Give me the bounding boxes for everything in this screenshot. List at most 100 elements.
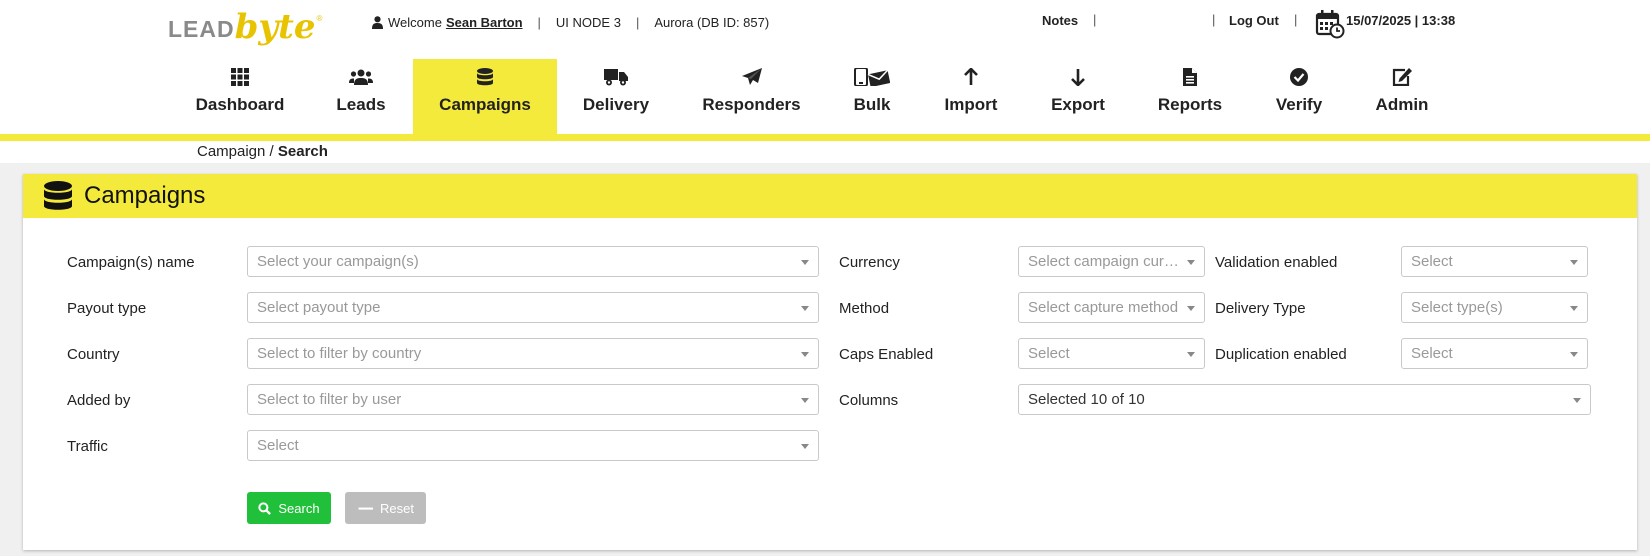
payout-type-select[interactable]: Select payout type: [247, 292, 819, 323]
truck-icon: [604, 69, 628, 86]
traffic-label: Traffic: [67, 438, 108, 455]
logout-link[interactable]: Log Out: [1229, 13, 1279, 28]
reset-button-label: Reset: [380, 500, 414, 516]
nav-item-verify[interactable]: Verify: [1264, 59, 1334, 135]
nav-item-campaigns[interactable]: Campaigns: [413, 59, 557, 135]
nav-label: Leads: [336, 95, 386, 114]
chevron-down-icon: [801, 352, 809, 357]
chevron-down-icon: [801, 444, 809, 449]
nav-item-dashboard[interactable]: Dashboard: [182, 59, 298, 135]
database-icon: [44, 181, 72, 210]
columns-value: Selected 10 of 10: [1028, 391, 1145, 408]
database-label: Aurora (DB ID: 857): [654, 15, 770, 30]
node-label: UI NODE 3: [555, 15, 621, 30]
duplication-enabled-select[interactable]: Select: [1401, 338, 1588, 369]
currency-select[interactable]: Select campaign currency: [1018, 246, 1205, 277]
panel-header: Campaigns: [23, 174, 1637, 218]
nav-label: Delivery: [582, 95, 650, 114]
current-datetime: 15/07/2025 | 13:38: [1346, 13, 1456, 28]
nav-label: Responders: [702, 95, 801, 114]
nav-label: Dashboard: [195, 95, 285, 114]
duplication-enabled-label: Duplication enabled: [1215, 346, 1347, 363]
check-circle-icon: [1290, 68, 1308, 86]
logo-byte-text: byte: [234, 7, 316, 47]
separator: |: [1212, 12, 1216, 27]
nav-label: Bulk: [853, 95, 891, 114]
minus-icon: [358, 507, 374, 510]
columns-select[interactable]: Selected 10 of 10: [1018, 384, 1591, 415]
notes-link[interactable]: Notes: [1042, 13, 1078, 28]
added-by-select[interactable]: Select to filter by user: [247, 384, 819, 415]
nav-item-admin[interactable]: Admin: [1367, 59, 1437, 135]
grid-icon: [231, 68, 249, 86]
traffic-placeholder: Select: [257, 437, 299, 454]
user-info: Welcome Sean Barton | UI NODE 3 | Aurora…: [372, 15, 769, 30]
campaign-name-label: Campaign(s) name: [67, 254, 195, 271]
chevron-down-icon: [1187, 352, 1195, 357]
breadcrumb: Campaign / Search: [197, 143, 328, 160]
search-button[interactable]: Search: [247, 492, 331, 524]
delivery-type-placeholder: Select type(s): [1411, 299, 1503, 316]
arrow-up-icon: [964, 68, 978, 85]
nav-underline: [0, 134, 1650, 141]
validation-enabled-select[interactable]: Select: [1401, 246, 1588, 277]
nav-item-export[interactable]: Export: [1048, 59, 1108, 135]
delivery-type-label: Delivery Type: [1215, 300, 1306, 317]
panel-title: Campaigns: [84, 182, 206, 209]
chevron-down-icon: [1573, 398, 1581, 403]
country-select[interactable]: Select to filter by country: [247, 338, 819, 369]
method-select[interactable]: Select capture method: [1018, 292, 1205, 323]
nav-label: Import: [944, 95, 998, 114]
breadcrumb-current: Search: [277, 143, 328, 160]
columns-label: Columns: [839, 392, 899, 409]
country-placeholder: Select to filter by country: [257, 345, 422, 362]
payout-type-placeholder: Select payout type: [257, 299, 381, 316]
breadcrumb-separator: /: [265, 143, 278, 160]
currency-placeholder: Select campaign currency: [1028, 253, 1195, 270]
chevron-down-icon: [1570, 306, 1578, 311]
calendar-clock-icon: [1315, 10, 1345, 39]
reset-button[interactable]: Reset: [345, 492, 426, 524]
chevron-down-icon: [801, 260, 809, 265]
breadcrumb-parent[interactable]: Campaign: [197, 143, 265, 160]
edit-icon: [1392, 68, 1412, 86]
payout-type-label: Payout type: [67, 300, 147, 317]
chevron-down-icon: [1187, 260, 1195, 265]
nav-item-delivery[interactable]: Delivery: [556, 59, 676, 135]
chevron-down-icon: [1570, 352, 1578, 357]
campaign-search-panel: Campaigns Campaign(s) name Select your c…: [23, 174, 1637, 550]
nav-item-leads[interactable]: Leads: [316, 59, 406, 135]
campaign-name-placeholder: Select your campaign(s): [257, 253, 419, 270]
method-placeholder: Select capture method: [1028, 299, 1179, 316]
paper-plane-icon: [741, 68, 762, 85]
chevron-down-icon: [801, 398, 809, 403]
method-label: Method: [839, 300, 890, 317]
separator: |: [1093, 12, 1097, 27]
nav-label: Export: [1051, 95, 1105, 114]
file-icon: [1183, 68, 1197, 86]
delivery-type-select[interactable]: Select type(s): [1401, 292, 1588, 323]
caps-enabled-select[interactable]: Select: [1018, 338, 1205, 369]
nav-item-import[interactable]: Import: [941, 59, 1001, 135]
nav-label: Campaigns: [439, 95, 531, 114]
nav-label: Admin: [1375, 95, 1429, 114]
chevron-down-icon: [1570, 260, 1578, 265]
user-name-link[interactable]: Sean Barton: [446, 15, 523, 30]
separator: |: [1294, 12, 1298, 27]
currency-label: Currency: [839, 254, 900, 271]
logo-registered-mark: ®: [316, 14, 323, 23]
nav-item-bulk[interactable]: Bulk: [842, 59, 902, 135]
traffic-select[interactable]: Select: [247, 430, 819, 461]
chevron-down-icon: [801, 306, 809, 311]
duplication-enabled-placeholder: Select: [1411, 345, 1453, 362]
nav-item-responders[interactable]: Responders: [694, 59, 809, 135]
campaign-name-select[interactable]: Select your campaign(s): [247, 246, 819, 277]
user-icon: [372, 16, 383, 29]
search-button-label: Search: [278, 500, 320, 516]
nav-item-reports[interactable]: Reports: [1155, 59, 1225, 135]
added-by-label: Added by: [67, 392, 131, 409]
database-icon: [477, 68, 493, 86]
validation-enabled-placeholder: Select: [1411, 253, 1453, 270]
leadbyte-logo[interactable]: LEAD byte ®: [168, 4, 322, 44]
country-label: Country: [67, 346, 120, 363]
